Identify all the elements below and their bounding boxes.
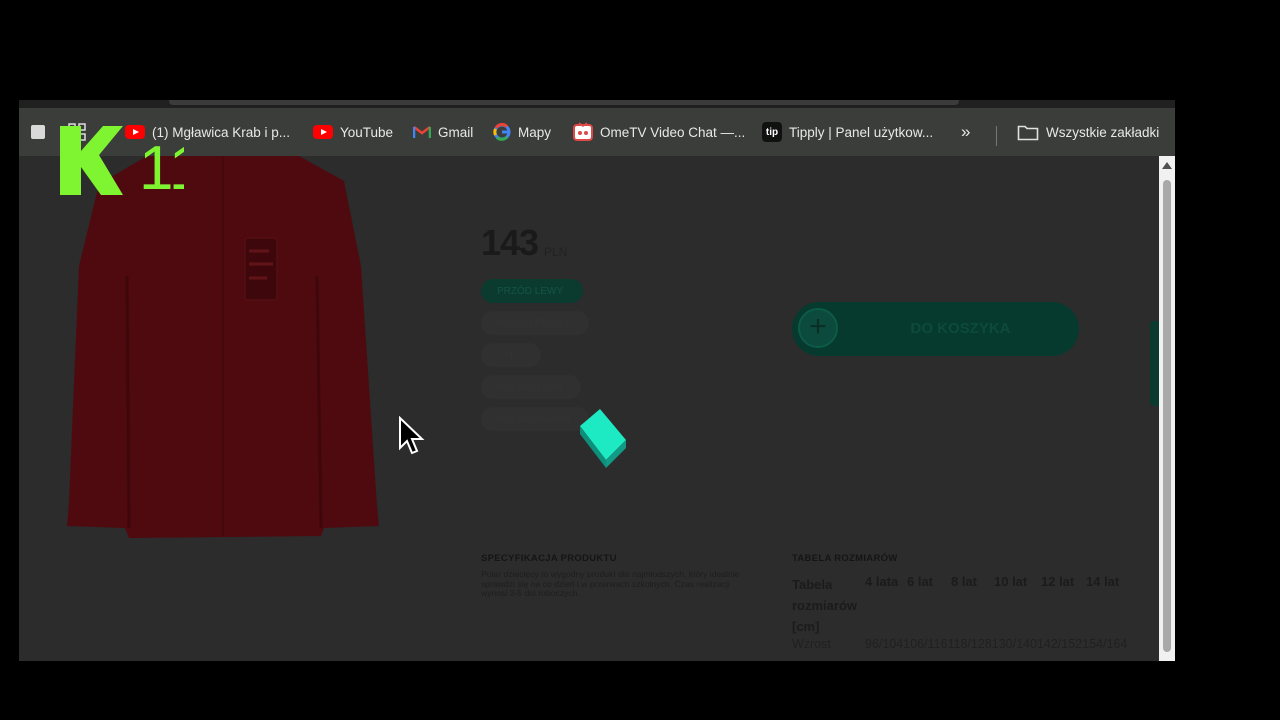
size-table-title: TABELA ROZMIARÓW xyxy=(792,553,898,564)
scrollbar-thumb[interactable] xyxy=(1163,180,1171,652)
price-currency: PLN xyxy=(544,245,568,259)
size-option[interactable]: 128/128 xyxy=(910,250,943,260)
bookmark-label: Mapy xyxy=(518,124,552,140)
all-bookmarks-label: Wszystkie zakładki xyxy=(1046,124,1160,140)
bookmark-ometv[interactable]: OmeTV Video Chat —... xyxy=(573,108,745,156)
product-jacket-image xyxy=(67,156,379,538)
product-price: 143 xyxy=(481,222,539,263)
tipply-icon: tip xyxy=(762,122,782,142)
scroll-up-icon[interactable] xyxy=(1162,162,1172,169)
mouse-cursor-icon xyxy=(399,416,425,455)
scrollbar[interactable] xyxy=(1159,156,1175,661)
option-back[interactable]: TYŁ xyxy=(481,343,541,367)
size-col: 10 lat xyxy=(994,574,1028,589)
size-option[interactable]: 146/152 xyxy=(1018,250,1051,260)
tab-strip xyxy=(19,100,1175,108)
gmail-icon xyxy=(413,125,431,139)
size-col: 8 lat xyxy=(951,574,978,589)
google-icon xyxy=(493,123,511,141)
active-tab[interactable] xyxy=(169,100,959,105)
option-front-left[interactable]: PRZÓD LEWY xyxy=(481,279,583,303)
add-to-cart-button[interactable]: + DO KOSZYKA xyxy=(792,302,1079,356)
spec-text: Polar dziecięcy to wygodny produkt dla n… xyxy=(481,569,740,598)
tab-square-icon[interactable] xyxy=(31,108,45,156)
size-col: 14 lat xyxy=(1086,574,1120,589)
option-sleeve-left[interactable]: RĘKAW LEWY xyxy=(481,375,581,399)
browser-window: (1) Mgławica Krab i p... YouTube Gmail M… xyxy=(19,100,1175,661)
size-table-header-label: Tabela rozmiarów [cm] xyxy=(792,577,858,634)
size-option[interactable]: 140/140 xyxy=(963,250,996,260)
bookmark-label: OmeTV Video Chat —... xyxy=(600,124,746,140)
diamond-shape-icon xyxy=(580,409,626,468)
all-bookmarks-button[interactable]: Wszystkie zakładki xyxy=(1017,108,1159,156)
bookmark-tipply[interactable]: tip Tipply | Panel użytkow... xyxy=(762,108,933,156)
more-bookmarks-icon[interactable]: » xyxy=(961,108,970,156)
size-option[interactable]: 158/164 xyxy=(804,275,837,285)
size-col: 4 lata xyxy=(865,574,899,589)
side-panel-tab[interactable] xyxy=(1150,321,1159,406)
bookmark-youtube[interactable]: YouTube xyxy=(313,108,393,156)
k11-logo: 11 xyxy=(60,126,184,197)
bookmark-gmail[interactable]: Gmail xyxy=(413,108,473,156)
size-col: 6 lat xyxy=(907,574,934,589)
ometv-icon xyxy=(573,122,593,142)
bookmark-label: Gmail xyxy=(438,124,474,140)
bookmark-mapy[interactable]: Mapy xyxy=(493,108,551,156)
option-front-right[interactable]: PRZÓD PRAWY xyxy=(481,311,589,335)
size-option[interactable]: 98/104 xyxy=(804,250,832,260)
size-row-values: 96/104106/116118/128130/140142/152154/16… xyxy=(865,637,1128,651)
bookmark-divider xyxy=(996,126,997,146)
svg-text:11: 11 xyxy=(139,134,184,197)
size-row-label: Wzrost xyxy=(792,637,831,651)
size-option[interactable]: 116/116 xyxy=(856,250,887,260)
add-to-cart-label: DO KOSZYKA xyxy=(910,320,1011,337)
folder-icon xyxy=(1017,124,1039,141)
bookmark-label: YouTube xyxy=(340,124,394,140)
bookmark-label: Tipply | Panel użytkow... xyxy=(789,124,934,140)
size-col: 12 lat xyxy=(1041,574,1075,589)
spec-title: SPECYFIKACJA PRODUKTU xyxy=(481,553,617,564)
bookmarks-bar: (1) Mgławica Krab i p... YouTube Gmail M… xyxy=(19,108,1175,156)
youtube-icon xyxy=(313,125,333,139)
